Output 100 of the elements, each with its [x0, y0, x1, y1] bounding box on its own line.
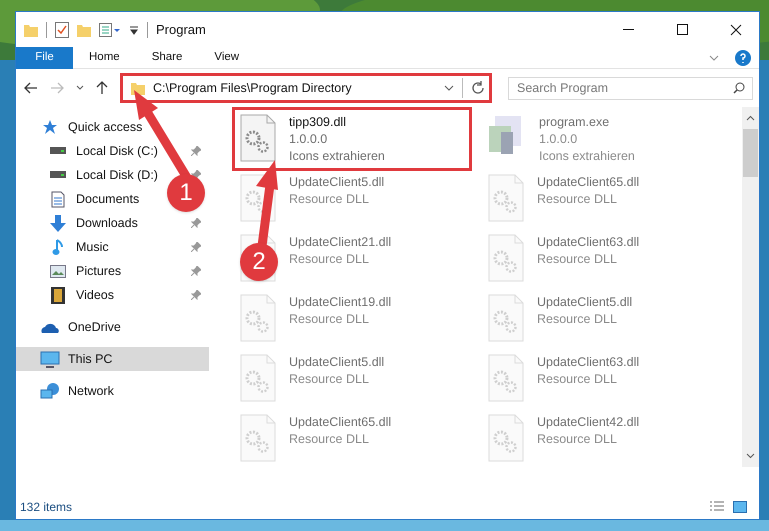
- file-name: UpdateClient63.dll: [537, 234, 640, 251]
- dll-file-icon: [239, 114, 277, 162]
- search-field[interactable]: Search Program: [508, 76, 753, 100]
- up-arrow-icon[interactable]: [96, 81, 108, 95]
- folder-icon: [131, 81, 145, 95]
- view-options-icon[interactable]: [99, 22, 121, 36]
- sidebar-item[interactable]: Local Disk (C:): [16, 139, 162, 163]
- file-description: Icons extrahieren: [289, 148, 385, 165]
- file-detail: Resource DLL: [537, 311, 618, 328]
- file-name: UpdateClient65.dll: [537, 174, 640, 191]
- file-item[interactable]: UpdateClient19.dll Resource DLL: [285, 294, 392, 328]
- ribbon-tab[interactable]: View: [198, 46, 256, 68]
- file-detail: Resource DLL: [289, 311, 370, 328]
- ribbon-tab[interactable]: Home: [73, 46, 136, 68]
- monitor-icon: [40, 350, 60, 368]
- file-item[interactable]: UpdateClient5.dll Resource DLL: [533, 294, 632, 328]
- scroll-down-icon[interactable]: [746, 453, 755, 459]
- file-item[interactable]: UpdateClient65.dll Resource DLL: [285, 414, 392, 448]
- file-detail: Resource DLL: [537, 191, 618, 208]
- scrollbar-thumb[interactable]: [743, 129, 758, 177]
- search-icon: [733, 82, 745, 94]
- file-item[interactable]: UpdateClient5.dll Resource DLL: [285, 174, 384, 208]
- sidebar-item[interactable]: Pictures: [16, 259, 162, 283]
- file-name: UpdateClient65.dll: [289, 414, 392, 431]
- file-item[interactable]: tipp309.dll 1.0.0.0 Icons extrahieren: [285, 114, 385, 165]
- file-item[interactable]: program.exe 1.0.0.0 Icons extrahieren: [535, 114, 635, 165]
- dll-file-icon: [239, 414, 277, 462]
- file-name: UpdateClient5.dll: [289, 174, 384, 191]
- minimize-icon: [622, 29, 634, 30]
- refresh-icon: [471, 81, 485, 95]
- chevron-down-icon[interactable]: [76, 85, 84, 91]
- chevron-down-icon[interactable]: [709, 54, 719, 60]
- dll-file-icon: [487, 414, 525, 462]
- file-detail: Resource DLL: [289, 251, 370, 268]
- sidebar-item[interactable]: Local Disk (D:): [16, 163, 162, 187]
- network-icon: [40, 382, 60, 400]
- file-detail: Resource DLL: [537, 431, 618, 448]
- file-name: program.exe: [539, 114, 610, 131]
- file-name: UpdateClient5.dll: [289, 354, 384, 371]
- scroll-up-icon[interactable]: [746, 115, 755, 121]
- dll-file-icon: [487, 174, 525, 222]
- picture-icon: [50, 264, 66, 278]
- large-icons-view-icon[interactable]: [733, 501, 747, 513]
- pin-icon[interactable]: [191, 146, 201, 156]
- file-item[interactable]: UpdateClient63.dll Resource DLL: [533, 354, 640, 388]
- sidebar-item[interactable]: Quick access: [16, 115, 209, 139]
- sidebar-item[interactable]: OneDrive: [16, 315, 209, 339]
- pin-icon[interactable]: [191, 290, 201, 300]
- sidebar-item[interactable]: Videos: [16, 283, 162, 307]
- ribbon-tab[interactable]: File: [16, 46, 73, 68]
- scrollbar[interactable]: [742, 107, 759, 467]
- help-icon[interactable]: [735, 50, 751, 66]
- document-icon: [51, 190, 65, 208]
- chevron-down-icon: [444, 85, 454, 91]
- pin-icon[interactable]: [191, 170, 201, 180]
- forward-arrow-icon[interactable]: [50, 82, 64, 94]
- dll-file-icon: [487, 294, 525, 342]
- file-name: UpdateClient5.dll: [537, 294, 632, 311]
- file-detail: Resource DLL: [289, 191, 370, 208]
- back-arrow-icon[interactable]: [24, 82, 38, 94]
- ribbon-tab[interactable]: Share: [136, 46, 198, 68]
- dll-file-icon: [487, 234, 525, 282]
- address-bar[interactable]: C:\Program Files\Program Directory: [120, 73, 492, 103]
- file-item[interactable]: UpdateClient65.dll Resource DLL: [533, 174, 640, 208]
- file-item[interactable]: UpdateClient21.dll Resource DLL: [285, 234, 392, 268]
- file-name: tipp309.dll: [289, 114, 347, 131]
- download-arrow-icon: [50, 214, 66, 232]
- properties-icon[interactable]: [55, 22, 69, 38]
- file-name: UpdateClient21.dll: [289, 234, 392, 251]
- file-name: UpdateClient63.dll: [537, 354, 640, 371]
- music-note-icon: [52, 238, 64, 256]
- maximize-icon: [676, 24, 688, 35]
- pin-icon[interactable]: [191, 266, 201, 276]
- dll-file-icon: [239, 354, 277, 402]
- details-view-icon[interactable]: [709, 501, 725, 513]
- folder-icon: [24, 22, 38, 36]
- file-name: UpdateClient42.dll: [537, 414, 640, 431]
- file-detail: 1.0.0.0: [539, 131, 578, 148]
- file-detail: Resource DLL: [537, 371, 618, 388]
- sidebar-item[interactable]: This PC: [16, 347, 209, 371]
- sidebar-item[interactable]: Network: [16, 379, 209, 403]
- file-detail: 1.0.0.0: [289, 131, 328, 148]
- pin-icon[interactable]: [191, 218, 201, 228]
- file-item[interactable]: UpdateClient5.dll Resource DLL: [285, 354, 384, 388]
- file-item[interactable]: UpdateClient63.dll Resource DLL: [533, 234, 640, 268]
- star-icon: [42, 119, 58, 135]
- file-detail: Resource DLL: [289, 371, 370, 388]
- drive-icon: [49, 171, 67, 179]
- window-title: Program: [156, 20, 207, 39]
- sidebar-item[interactable]: Downloads: [16, 211, 162, 235]
- sidebar-item[interactable]: Music: [16, 235, 162, 259]
- dll-file-icon: [239, 294, 277, 342]
- status-text: 132 items: [20, 499, 74, 516]
- file-description: Icons extrahieren: [539, 148, 635, 165]
- dropdown-icon[interactable]: [129, 24, 139, 34]
- sidebar-item[interactable]: Documents: [16, 187, 162, 211]
- pin-icon[interactable]: [191, 242, 201, 252]
- file-item[interactable]: UpdateClient42.dll Resource DLL: [533, 414, 640, 448]
- file-name: UpdateClient19.dll: [289, 294, 392, 311]
- cloud-icon: [40, 321, 60, 333]
